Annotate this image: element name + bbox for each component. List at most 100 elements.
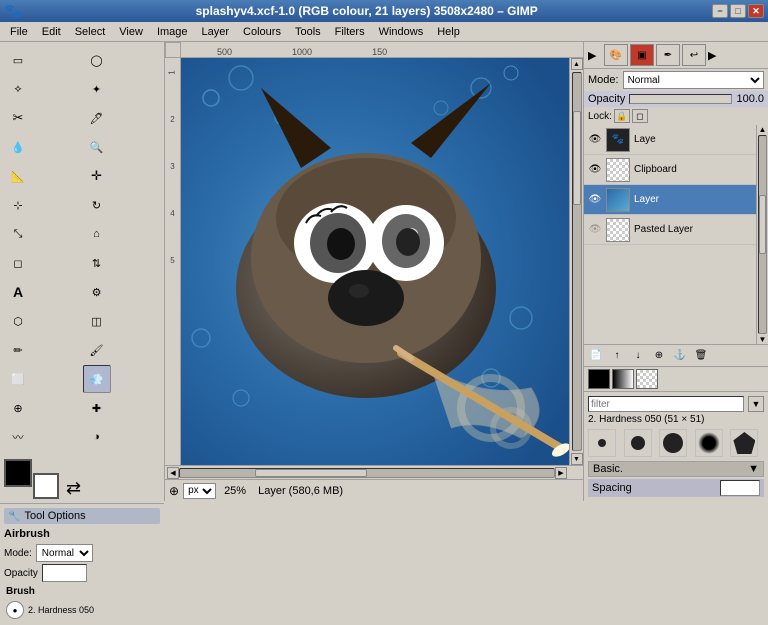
rect-select-tool[interactable]: ▭ xyxy=(4,46,32,74)
raise-layer-btn[interactable]: ↑ xyxy=(607,347,627,365)
mode-select[interactable]: Normal xyxy=(36,544,93,562)
menu-item-view[interactable]: View xyxy=(113,24,149,40)
layers-scroll-thumb[interactable] xyxy=(759,195,766,254)
color-picker-tool[interactable]: 💧 xyxy=(4,133,32,161)
brush-filter-btn[interactable]: ▼ xyxy=(748,396,764,412)
menu-item-tools[interactable]: Tools xyxy=(289,24,327,40)
swap-colors-icon[interactable]: ⇄ xyxy=(66,478,81,499)
menu-item-edit[interactable]: Edit xyxy=(36,24,67,40)
menu-item-layer[interactable]: Layer xyxy=(196,24,236,40)
menu-item-file[interactable]: File xyxy=(4,24,34,40)
perspective-tool[interactable]: ◻ xyxy=(4,249,32,277)
layers-scroll-down[interactable]: ▼ xyxy=(757,335,768,344)
vscroll-thumb[interactable] xyxy=(573,111,581,205)
pencil-tool[interactable]: ✏ xyxy=(4,336,32,364)
layer-item[interactable]: 👁 Clipboard xyxy=(584,155,756,185)
vertical-scrollbar[interactable]: ▲ ▼ xyxy=(569,58,583,465)
fuzzy-select-tool[interactable]: ✦ xyxy=(83,75,111,103)
menu-item-select[interactable]: Select xyxy=(69,24,112,40)
layer-visibility-btn[interactable]: 👁 xyxy=(588,193,602,207)
layer-item[interactable]: 👁 🐾 Laye xyxy=(584,125,756,155)
brush-filter-input[interactable] xyxy=(588,396,744,412)
hscroll-left-btn[interactable]: ◀ xyxy=(167,467,179,479)
background-color[interactable] xyxy=(33,473,59,499)
menu-item-help[interactable]: Help xyxy=(431,24,466,40)
airbrush-tool[interactable]: 💨 xyxy=(83,365,111,393)
menu-item-image[interactable]: Image xyxy=(151,24,194,40)
crop-tool[interactable]: ⊹ xyxy=(4,191,32,219)
ellipse-select-tool[interactable]: ◯ xyxy=(83,46,111,74)
brush-swatch-4[interactable] xyxy=(695,429,723,457)
brush-swatch-2[interactable] xyxy=(624,429,652,457)
color-icon[interactable]: 🎨 xyxy=(604,44,628,66)
shear-tool[interactable]: ⌂ xyxy=(83,220,111,248)
brush-category[interactable]: Basic. ▼ xyxy=(588,461,764,477)
clone-tool[interactable]: ⊕ xyxy=(4,394,32,422)
new-layer-btn[interactable]: 📄 xyxy=(586,347,606,365)
scroll-more-right[interactable]: ▶ xyxy=(708,49,722,61)
smudge-tool[interactable]: 〰 xyxy=(4,423,32,451)
text-tool[interactable]: A xyxy=(4,278,32,306)
lock-pixels-btn[interactable]: 🔒 xyxy=(614,109,630,123)
layer-mode-select[interactable]: Normal xyxy=(623,71,764,89)
brush-swatch-5[interactable] xyxy=(730,429,758,457)
free-select-tool[interactable]: ⟡ xyxy=(4,75,32,103)
fg-color-mini[interactable] xyxy=(588,369,610,389)
menu-item-filters[interactable]: Filters xyxy=(329,24,371,40)
move-tool[interactable]: ✛ xyxy=(83,162,111,190)
layers-vscroll[interactable]: ▲ ▼ xyxy=(756,125,768,344)
dodge-burn-tool[interactable]: ◑ xyxy=(83,423,111,451)
layer-item-active[interactable]: 👁 Layer xyxy=(584,185,756,215)
zoom-tool[interactable]: 🔍 xyxy=(83,133,111,161)
lock-alpha-btn[interactable]: ◻ xyxy=(632,109,648,123)
vscroll-up-btn[interactable]: ▲ xyxy=(571,58,583,70)
canvas-viewport[interactable] xyxy=(181,58,569,465)
opacity-input[interactable]: 100.0 xyxy=(42,564,87,582)
duplicate-layer-btn[interactable]: ⊕ xyxy=(649,347,669,365)
layers-scroll-up[interactable]: ▲ xyxy=(757,125,768,134)
vscroll-track[interactable] xyxy=(572,72,582,451)
spacing-input[interactable]: 10.0 xyxy=(720,480,760,496)
hscroll-thumb[interactable] xyxy=(255,469,367,477)
hscroll-track[interactable] xyxy=(179,468,555,478)
zoom-unit-select[interactable]: px xyxy=(183,483,216,499)
paintbrush-tool[interactable]: 🖌 xyxy=(83,336,111,364)
lower-layer-btn[interactable]: ↓ xyxy=(628,347,648,365)
menu-item-windows[interactable]: Windows xyxy=(373,24,430,40)
scroll-right-arrow[interactable]: ▶ xyxy=(588,49,602,61)
hscroll-right-btn[interactable]: ▶ xyxy=(555,467,567,479)
scale-tool[interactable]: ⤡ xyxy=(4,220,32,248)
layers-scroll-track[interactable] xyxy=(758,135,767,334)
tool-options-header[interactable]: 🔧 Tool Options xyxy=(4,508,160,524)
heal-tool[interactable]: ✚ xyxy=(83,394,111,422)
delete-layer-btn[interactable]: 🗑 xyxy=(691,347,711,365)
blend-tool[interactable]: ◫ xyxy=(83,307,111,335)
vscroll-down-btn[interactable]: ▼ xyxy=(571,453,583,465)
layer-item[interactable]: 👁 Pasted Layer xyxy=(584,215,756,245)
anchor-layer-btn[interactable]: ⚓ xyxy=(670,347,690,365)
maximize-button[interactable]: □ xyxy=(730,4,746,18)
paths-icon[interactable]: ✒ xyxy=(656,44,680,66)
layer-visibility-btn[interactable]: 👁 xyxy=(588,163,602,177)
measure-tool[interactable]: 📐 xyxy=(4,162,32,190)
layer-visibility-btn[interactable]: 👁 xyxy=(588,223,602,237)
brush-swatch-1[interactable] xyxy=(588,429,616,457)
transform-tool[interactable]: ⚙ xyxy=(83,278,111,306)
eraser-tool[interactable]: ⬜ xyxy=(4,365,32,393)
flip-tool[interactable]: ⇅ xyxy=(83,249,111,277)
opacity-slider[interactable] xyxy=(629,94,732,104)
scissors-tool[interactable]: ✂ xyxy=(4,104,32,132)
layer-visibility-btn[interactable]: 👁 xyxy=(588,133,602,147)
rotate-tool[interactable]: ↻ xyxy=(83,191,111,219)
foreground-color[interactable] xyxy=(4,459,32,487)
bucket-fill-tool[interactable]: ⬡ xyxy=(4,307,32,335)
gradient-mini[interactable] xyxy=(612,369,634,389)
close-button[interactable]: ✕ xyxy=(748,4,764,18)
path-tool[interactable]: 🖊 xyxy=(83,104,111,132)
layers-icon[interactable]: ▣ xyxy=(630,44,654,66)
brush-swatch-3[interactable] xyxy=(659,429,687,457)
minimize-button[interactable]: − xyxy=(712,4,728,18)
menu-item-colours[interactable]: Colours xyxy=(237,24,287,40)
undo-icon[interactable]: ↩ xyxy=(682,44,706,66)
pattern-mini[interactable] xyxy=(636,369,658,389)
